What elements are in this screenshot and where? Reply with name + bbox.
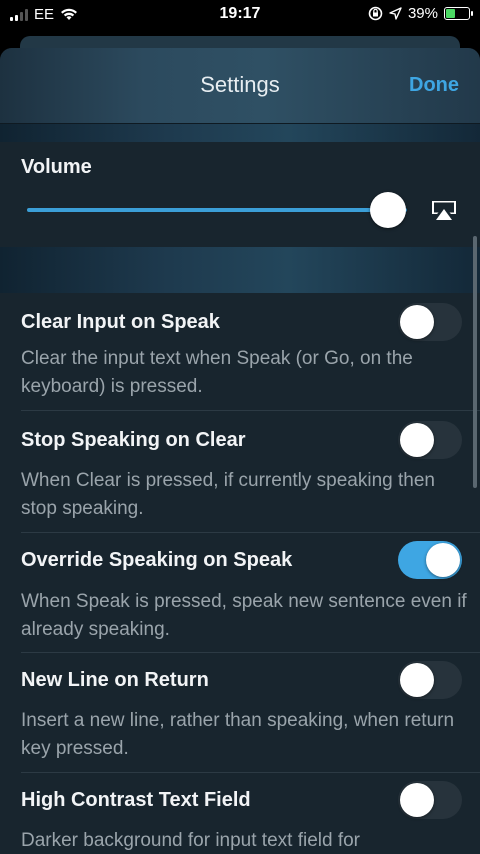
volume-section: Volume (0, 142, 480, 247)
location-icon (389, 7, 402, 20)
setting-title: High Contrast Text Field (21, 789, 251, 811)
high-contrast-text-field-toggle[interactable] (398, 781, 462, 819)
setting-title: Stop Speaking on Clear (21, 429, 246, 451)
page-title: Settings (200, 72, 280, 97)
volume-slider-track[interactable] (27, 208, 407, 212)
setting-title: New Line on Return (21, 669, 209, 691)
orientation-lock-icon (368, 6, 383, 21)
toggle-knob (400, 663, 434, 697)
volume-slider-thumb[interactable] (370, 192, 406, 228)
settings-sheet: Settings Done Volume Clear Input on Spea… (0, 48, 480, 854)
new-line-on-return-toggle[interactable] (398, 661, 462, 699)
battery-percent: 39% (407, 5, 438, 22)
setting-row-new-line-on-return: New Line on Return Insert a new line, ra… (0, 653, 480, 773)
section-header-band (0, 124, 480, 142)
toggle-knob (400, 783, 434, 817)
setting-row-override-speaking-on-speak: Override Speaking on Speak When Speak is… (0, 533, 480, 653)
setting-title: Clear Input on Speak (21, 311, 220, 333)
setting-description: Darker background for input text field f… (21, 830, 361, 851)
clear-input-on-speak-toggle[interactable] (398, 303, 462, 341)
nav-bar: Settings Done (0, 48, 480, 124)
airplay-icon[interactable] (430, 199, 458, 221)
scrollbar[interactable] (473, 236, 477, 488)
setting-row-clear-input-on-speak: Clear Input on Speak Clear the input tex… (0, 293, 480, 411)
setting-row-high-contrast-text-field: High Contrast Text Field Darker backgrou… (0, 773, 480, 854)
charging-battery-icon (444, 7, 473, 20)
status-bar: EE 19:17 39% (0, 0, 480, 30)
override-speaking-on-speak-toggle[interactable] (398, 541, 462, 579)
done-button[interactable]: Done (409, 74, 459, 97)
setting-row-stop-speaking-on-clear: Stop Speaking on Clear When Clear is pre… (0, 411, 480, 533)
stop-speaking-on-clear-toggle[interactable] (398, 421, 462, 459)
setting-description: When Clear is pressed, if currently spea… (21, 470, 435, 519)
toggle-knob (426, 543, 460, 577)
setting-description: Clear the input text when Speak (or Go, … (21, 348, 413, 397)
setting-description: Insert a new line, rather than speaking,… (21, 710, 455, 759)
setting-title: Override Speaking on Speak (21, 549, 293, 571)
section-separator-band (0, 247, 480, 293)
setting-description: When Speak is pressed, speak new sentenc… (21, 591, 467, 640)
status-right: 39% (368, 5, 473, 22)
volume-label: Volume (21, 156, 92, 178)
toggle-knob (400, 423, 434, 457)
toggle-knob (400, 305, 434, 339)
